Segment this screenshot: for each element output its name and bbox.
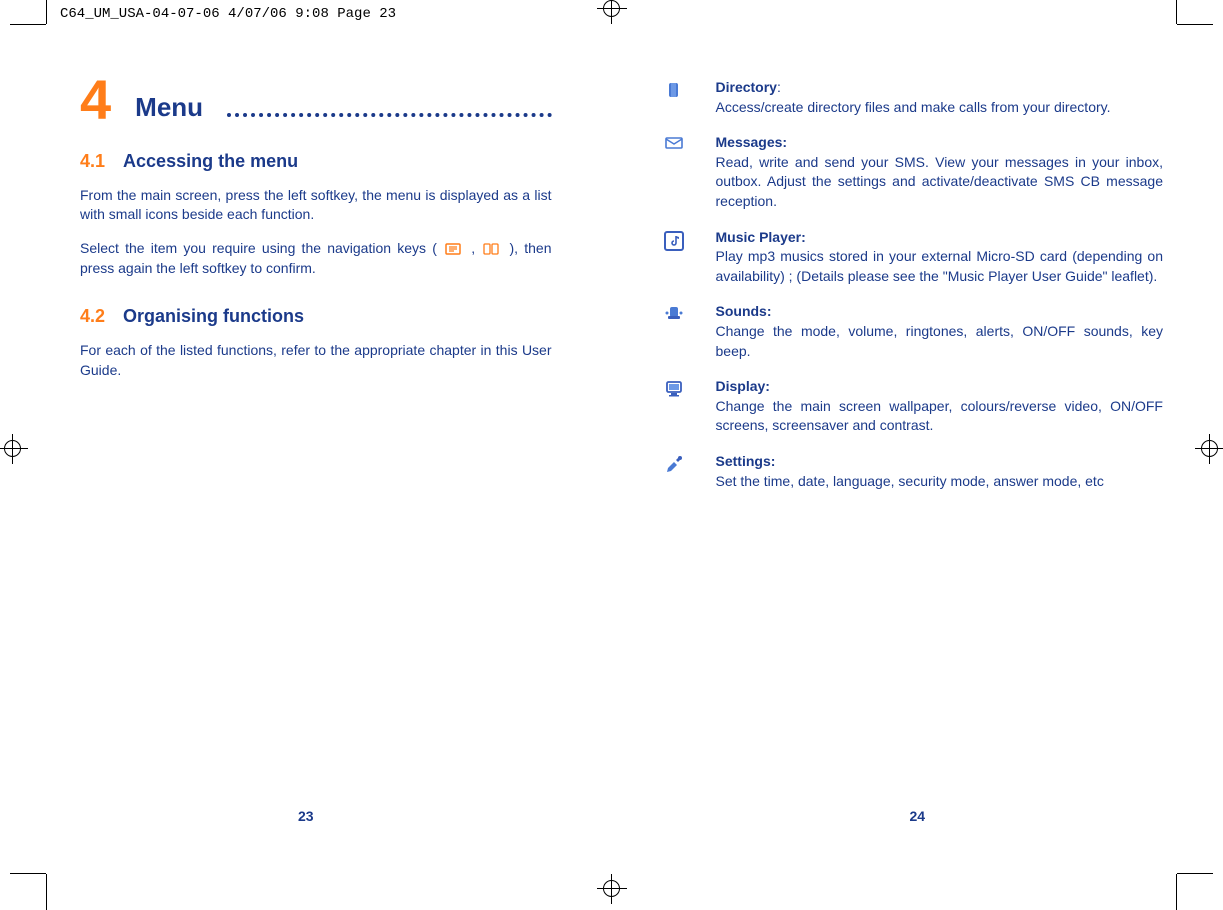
menu-item-title: Music Player: (716, 229, 806, 245)
menu-item-settings: Settings: Set the time, date, language, … (662, 452, 1164, 491)
paragraph: From the main screen, press the left sof… (80, 186, 552, 225)
menu-item-title: Sounds: (716, 303, 772, 319)
messages-icon (662, 133, 686, 211)
menu-item-title: Messages: (716, 134, 788, 150)
registration-mark-icon (597, 874, 627, 904)
crop-mark-icon (46, 874, 47, 910)
sounds-icon (662, 302, 686, 361)
crop-mark-icon (1176, 0, 1177, 24)
menu-item-desc: Read, write and send your SMS. View your… (716, 154, 1164, 209)
chapter-heading: 4 Menu (80, 78, 552, 123)
settings-icon (662, 452, 686, 491)
menu-item-title: Settings: (716, 453, 776, 469)
nav-left-icon (445, 242, 463, 256)
chapter-title: Menu (135, 92, 203, 123)
section-number: 4.1 (80, 151, 105, 172)
chapter-number: 4 (80, 78, 111, 123)
section-title: Accessing the menu (123, 151, 298, 172)
menu-item-display: Display: Change the main screen wallpape… (662, 377, 1164, 436)
page-right: Directory: Access/create directory files… (612, 60, 1223, 840)
crop-mark-icon (1177, 24, 1213, 25)
print-slug: C64_UM_USA-04-07-06 4/07/06 9:08 Page 23 (60, 6, 396, 22)
chapter-dots (227, 113, 551, 117)
paragraph: Select the item you require using the na… (80, 239, 552, 278)
menu-item-directory: Directory: Access/create directory files… (662, 78, 1164, 117)
page-spread: 4 Menu 4.1 Accessing the menu From the m… (0, 60, 1223, 840)
crop-mark-icon (10, 24, 46, 25)
menu-item-title: Directory (716, 79, 777, 95)
paragraph: For each of the listed functions, refer … (80, 341, 552, 380)
crop-mark-icon (1176, 874, 1177, 910)
text: : (777, 79, 781, 95)
text: Select the item you require using the na… (80, 240, 437, 256)
menu-item-sounds: Sounds: Change the mode, volume, rington… (662, 302, 1164, 361)
nav-right-icon (483, 242, 501, 256)
text: , (471, 240, 475, 256)
music-player-icon (662, 228, 686, 287)
display-icon (662, 377, 686, 436)
section-4-1-heading: 4.1 Accessing the menu (80, 151, 552, 172)
page-number-right: 24 (612, 808, 1223, 824)
section-4-2-heading: 4.2 Organising functions (80, 306, 552, 327)
menu-item-title: Display: (716, 378, 770, 394)
menu-item-desc: Access/create directory files and make c… (716, 99, 1111, 115)
page-number-left: 23 (0, 808, 612, 824)
page-left: 4 Menu 4.1 Accessing the menu From the m… (0, 60, 612, 840)
menu-item-desc: Set the time, date, language, security m… (716, 473, 1104, 489)
crop-mark-icon (46, 0, 47, 24)
crop-mark-icon (1177, 873, 1213, 874)
registration-mark-icon (597, 0, 627, 24)
section-title: Organising functions (123, 306, 304, 327)
menu-item-messages: Messages: Read, write and send your SMS.… (662, 133, 1164, 211)
crop-mark-icon (10, 873, 46, 874)
directory-icon (662, 78, 686, 117)
section-number: 4.2 (80, 306, 105, 327)
menu-item-desc: Change the mode, volume, ringtones, aler… (716, 323, 1164, 359)
menu-item-desc: Change the main screen wallpaper, colour… (716, 398, 1164, 434)
menu-item-music-player: Music Player: Play mp3 musics stored in … (662, 228, 1164, 287)
menu-item-desc: Play mp3 musics stored in your external … (716, 248, 1164, 284)
